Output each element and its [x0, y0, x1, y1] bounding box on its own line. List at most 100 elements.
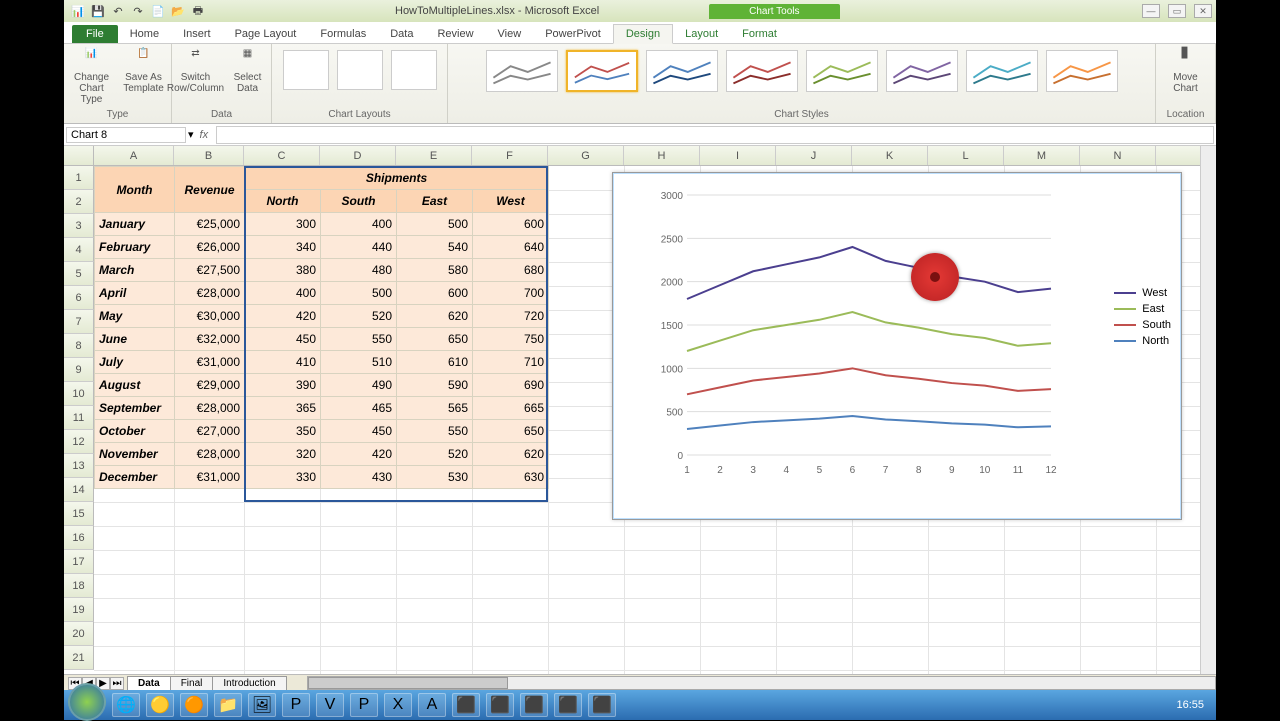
column-header-H[interactable]: H — [624, 146, 700, 165]
column-header-N[interactable]: N — [1080, 146, 1156, 165]
taskbar-app-visio[interactable]: V — [316, 693, 344, 717]
taskbar-app-outlook[interactable]: 🟠 — [180, 693, 208, 717]
column-header-A[interactable]: A — [94, 146, 174, 165]
row-header-19[interactable]: 19 — [64, 598, 94, 622]
column-header-L[interactable]: L — [928, 146, 1004, 165]
move-chart-button[interactable]: ▊Move Chart — [1162, 48, 1210, 94]
taskbar-app-powerpoint[interactable]: P — [282, 693, 310, 717]
undo-icon[interactable]: ↶ — [110, 3, 126, 19]
row-header-3[interactable]: 3 — [64, 214, 94, 238]
close-button[interactable]: ✕ — [1194, 4, 1212, 18]
row-header-13[interactable]: 13 — [64, 454, 94, 478]
save-as-template-button[interactable]: 📋Save As Template — [120, 48, 168, 94]
taskbar-app-13[interactable]: ⬛ — [520, 693, 548, 717]
chart-style-2[interactable] — [566, 50, 638, 92]
worksheet-grid[interactable]: ABCDEFGHIJKLMN 1234567891011121314151617… — [64, 146, 1216, 674]
tab-design[interactable]: Design — [613, 24, 673, 44]
sheet-nav-last[interactable]: ⏭ — [110, 677, 124, 690]
new-icon[interactable]: 📄 — [150, 3, 166, 19]
taskbar-app-project[interactable]: P — [350, 693, 378, 717]
tab-file[interactable]: File — [72, 25, 118, 43]
tab-page-layout[interactable]: Page Layout — [223, 25, 309, 43]
maximize-button[interactable]: ▭ — [1168, 4, 1186, 18]
taskbar-app-excel[interactable]: X — [384, 693, 412, 717]
taskbar-app-4[interactable]: 📁 — [214, 693, 242, 717]
column-header-F[interactable]: F — [472, 146, 548, 165]
tab-format[interactable]: Format — [730, 25, 789, 43]
row-header-12[interactable]: 12 — [64, 430, 94, 454]
minimize-button[interactable]: — — [1142, 4, 1160, 18]
row-header-9[interactable]: 9 — [64, 358, 94, 382]
embedded-chart[interactable]: 050010001500200025003000123456789101112 … — [612, 172, 1182, 520]
tab-powerpivot[interactable]: PowerPivot — [533, 25, 613, 43]
select-all-corner[interactable] — [64, 146, 94, 165]
row-header-8[interactable]: 8 — [64, 334, 94, 358]
row-header-6[interactable]: 6 — [64, 286, 94, 310]
formula-input[interactable] — [216, 126, 1214, 144]
row-header-7[interactable]: 7 — [64, 310, 94, 334]
print-icon[interactable]: 🖶 — [190, 3, 206, 19]
row-header-1[interactable]: 1 — [64, 166, 94, 190]
chart-style-8[interactable] — [1046, 50, 1118, 92]
taskbar-app-15[interactable]: ⬛ — [588, 693, 616, 717]
change-chart-type-button[interactable]: 📊Change Chart Type — [68, 48, 116, 105]
taskbar-app-5[interactable]: 🖼 — [248, 693, 276, 717]
chart-style-5[interactable] — [806, 50, 878, 92]
tab-home[interactable]: Home — [118, 25, 171, 43]
chart-style-6[interactable] — [886, 50, 958, 92]
save-icon[interactable]: 💾 — [90, 3, 106, 19]
row-header-17[interactable]: 17 — [64, 550, 94, 574]
row-header-14[interactable]: 14 — [64, 478, 94, 502]
name-box[interactable]: Chart 8 — [66, 127, 186, 143]
column-header-I[interactable]: I — [700, 146, 776, 165]
column-header-B[interactable]: B — [174, 146, 244, 165]
column-header-K[interactable]: K — [852, 146, 928, 165]
row-header-21[interactable]: 21 — [64, 646, 94, 670]
chart-style-1[interactable] — [486, 50, 558, 92]
tab-data[interactable]: Data — [378, 25, 425, 43]
sheet-tab-introduction[interactable]: Introduction — [212, 676, 286, 691]
taskbar-app-12[interactable]: ⬛ — [486, 693, 514, 717]
windows-taskbar[interactable]: 🌐 🟡 🟠 📁 🖼 P V P X A ⬛ ⬛ ⬛ ⬛ ⬛ 16:55 — [64, 690, 1216, 720]
chart-layout-3[interactable] — [391, 50, 437, 90]
taskbar-app-14[interactable]: ⬛ — [554, 693, 582, 717]
row-header-20[interactable]: 20 — [64, 622, 94, 646]
vertical-scrollbar[interactable] — [1200, 146, 1216, 674]
column-header-D[interactable]: D — [320, 146, 396, 165]
tab-layout[interactable]: Layout — [673, 25, 730, 43]
taskbar-app-chrome[interactable]: 🟡 — [146, 693, 174, 717]
row-header-5[interactable]: 5 — [64, 262, 94, 286]
taskbar-app-11[interactable]: ⬛ — [452, 693, 480, 717]
row-header-16[interactable]: 16 — [64, 526, 94, 550]
column-header-G[interactable]: G — [548, 146, 624, 165]
chart-style-3[interactable] — [646, 50, 718, 92]
start-button[interactable] — [68, 683, 106, 721]
sheet-tab-data[interactable]: Data — [127, 676, 171, 691]
redo-icon[interactable]: ↷ — [130, 3, 146, 19]
select-data-button[interactable]: ▦Select Data — [224, 48, 272, 94]
tab-formulas[interactable]: Formulas — [308, 25, 378, 43]
chart-layout-2[interactable] — [337, 50, 383, 90]
column-header-J[interactable]: J — [776, 146, 852, 165]
tab-view[interactable]: View — [486, 25, 534, 43]
row-header-11[interactable]: 11 — [64, 406, 94, 430]
open-icon[interactable]: 📂 — [170, 3, 186, 19]
chart-style-4[interactable] — [726, 50, 798, 92]
tab-review[interactable]: Review — [425, 25, 485, 43]
column-header-C[interactable]: C — [244, 146, 320, 165]
fx-icon[interactable]: fx — [194, 129, 215, 141]
row-header-2[interactable]: 2 — [64, 190, 94, 214]
column-header-E[interactable]: E — [396, 146, 472, 165]
column-header-M[interactable]: M — [1004, 146, 1080, 165]
taskbar-app-1[interactable]: 🌐 — [112, 693, 140, 717]
tab-insert[interactable]: Insert — [171, 25, 223, 43]
row-header-4[interactable]: 4 — [64, 238, 94, 262]
data-table[interactable]: MonthRevenueShipmentsNorthSouthEastWestJ… — [94, 166, 549, 489]
horizontal-scrollbar[interactable] — [307, 676, 1216, 690]
chart-style-7[interactable] — [966, 50, 1038, 92]
taskbar-app-access[interactable]: A — [418, 693, 446, 717]
row-header-10[interactable]: 10 — [64, 382, 94, 406]
sheet-tab-final[interactable]: Final — [170, 676, 214, 691]
row-header-18[interactable]: 18 — [64, 574, 94, 598]
chart-layout-1[interactable] — [283, 50, 329, 90]
